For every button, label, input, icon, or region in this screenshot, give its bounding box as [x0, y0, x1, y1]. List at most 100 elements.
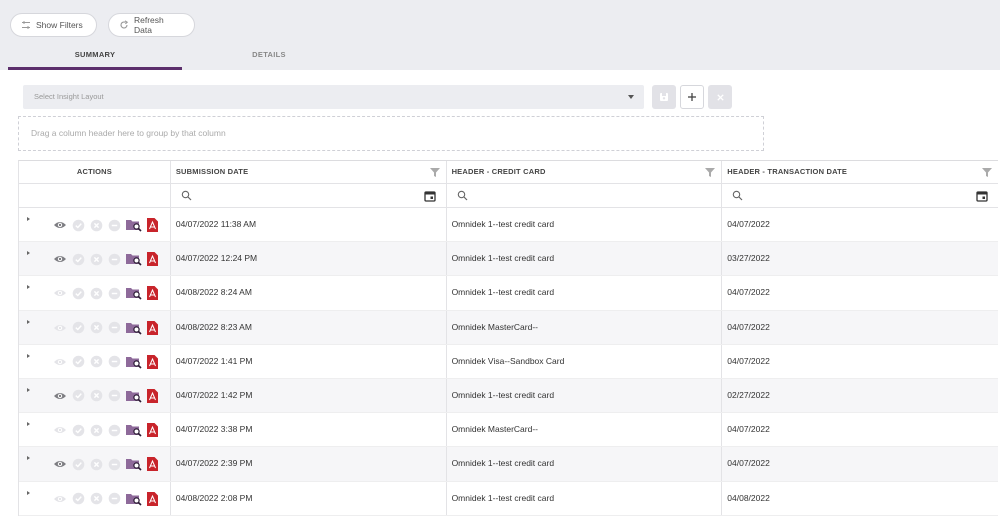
- reject-icon[interactable]: [90, 355, 103, 368]
- reject-icon[interactable]: [90, 321, 103, 334]
- cancel-icon[interactable]: [108, 321, 121, 334]
- approve-icon[interactable]: [72, 492, 85, 505]
- folder-search-icon[interactable]: [126, 457, 142, 471]
- transaction-date-cell: 04/07/2022: [727, 424, 770, 435]
- approve-icon[interactable]: [72, 253, 85, 266]
- filter-icon[interactable]: [705, 168, 716, 177]
- view-icon[interactable]: [53, 323, 67, 333]
- tab-summary[interactable]: SUMMARY: [8, 44, 182, 70]
- expand-row-icon[interactable]: [27, 422, 30, 427]
- table-row[interactable]: 04/07/2022 1:41 PM Omnidek Visa--Sandbox…: [19, 344, 998, 379]
- view-icon[interactable]: [53, 459, 67, 469]
- transaction-date-cell: 04/07/2022: [727, 321, 770, 332]
- cancel-icon[interactable]: [108, 355, 121, 368]
- refresh-data-label: Refresh Data: [133, 15, 164, 35]
- approve-icon[interactable]: [72, 355, 85, 368]
- save-layout-button[interactable]: [652, 85, 676, 109]
- insight-layout-select[interactable]: Select Insight Layout: [23, 85, 644, 109]
- credit-card-cell: Omnidek 1--test credit card: [447, 447, 723, 481]
- column-header-transaction-date[interactable]: HEADER - TRANSACTION DATE: [722, 161, 998, 183]
- view-icon[interactable]: [53, 220, 67, 230]
- approve-icon[interactable]: [72, 424, 85, 437]
- cancel-icon[interactable]: [108, 458, 121, 471]
- expand-row-icon[interactable]: [27, 490, 30, 495]
- cancel-icon[interactable]: [108, 492, 121, 505]
- table-row[interactable]: 04/07/2022 12:24 PM Omnidek 1--test cred…: [19, 242, 998, 277]
- filter-icon[interactable]: [982, 168, 992, 177]
- pdf-icon[interactable]: [147, 423, 158, 438]
- column-header-credit-card[interactable]: HEADER - CREDIT CARD: [447, 161, 723, 183]
- reject-icon[interactable]: [90, 253, 103, 266]
- pdf-icon[interactable]: [147, 354, 158, 369]
- approve-icon[interactable]: [72, 287, 85, 300]
- table-row[interactable]: 04/07/2022 3:38 PM Omnidek MasterCard-- …: [19, 413, 998, 448]
- reject-icon[interactable]: [90, 424, 103, 437]
- table-row[interactable]: 04/08/2022 8:24 AM Omnidek 1--test credi…: [19, 276, 998, 311]
- expand-row-icon[interactable]: [27, 285, 30, 290]
- credit-card-cell: Omnidek 1--test credit card: [447, 276, 723, 310]
- calendar-icon[interactable]: [423, 190, 436, 202]
- folder-search-icon[interactable]: [126, 252, 142, 266]
- table-row[interactable]: 04/07/2022 11:38 AM Omnidek 1--test cred…: [19, 208, 998, 243]
- grid-header-row: ACTIONS SUBMISSION DATE HEADER - CREDIT …: [19, 161, 998, 184]
- filter-icon[interactable]: [429, 168, 440, 177]
- reject-icon[interactable]: [90, 389, 103, 402]
- filter-transaction-date[interactable]: [722, 184, 998, 207]
- cancel-icon[interactable]: [108, 389, 121, 402]
- column-header-submission-date[interactable]: SUBMISSION DATE: [171, 161, 447, 183]
- view-icon[interactable]: [53, 391, 67, 401]
- reject-icon[interactable]: [90, 458, 103, 471]
- folder-search-icon[interactable]: [126, 218, 142, 232]
- folder-search-icon[interactable]: [126, 423, 142, 437]
- view-icon[interactable]: [53, 254, 67, 264]
- table-row[interactable]: 04/07/2022 1:42 PM Omnidek 1--test credi…: [19, 378, 998, 414]
- view-icon[interactable]: [53, 494, 67, 504]
- approve-icon[interactable]: [72, 321, 85, 334]
- table-row[interactable]: 04/07/2022 2:39 PM Omnidek 1--test credi…: [19, 447, 998, 482]
- folder-search-icon[interactable]: [126, 492, 142, 506]
- view-icon[interactable]: [53, 425, 67, 435]
- expand-row-icon[interactable]: [27, 251, 30, 256]
- cancel-icon[interactable]: [108, 219, 121, 232]
- view-icon[interactable]: [53, 288, 67, 298]
- expand-row-icon[interactable]: [27, 456, 30, 461]
- table-row[interactable]: 04/08/2022 8:23 AM Omnidek MasterCard-- …: [19, 310, 998, 345]
- expand-row-icon[interactable]: [27, 319, 30, 324]
- expand-row-icon[interactable]: [27, 217, 30, 221]
- approve-icon[interactable]: [72, 389, 85, 402]
- folder-search-icon[interactable]: [126, 355, 142, 369]
- delete-layout-button[interactable]: [708, 85, 732, 109]
- pdf-icon[interactable]: [147, 320, 158, 335]
- pdf-icon[interactable]: [147, 457, 158, 472]
- reject-icon[interactable]: [90, 219, 103, 232]
- add-layout-button[interactable]: [680, 85, 704, 109]
- group-by-drop-area[interactable]: Drag a column header here to group by th…: [18, 116, 764, 151]
- approve-icon[interactable]: [72, 219, 85, 232]
- view-icon[interactable]: [53, 357, 67, 367]
- search-icon: [181, 190, 192, 201]
- filter-credit-card[interactable]: [447, 184, 723, 207]
- pdf-icon[interactable]: [147, 491, 158, 506]
- expand-row-icon[interactable]: [27, 353, 30, 358]
- folder-search-icon[interactable]: [126, 286, 142, 300]
- reject-icon[interactable]: [90, 287, 103, 300]
- pdf-icon[interactable]: [147, 388, 158, 403]
- cancel-icon[interactable]: [108, 287, 121, 300]
- pdf-icon[interactable]: [147, 252, 158, 267]
- cancel-icon[interactable]: [108, 253, 121, 266]
- expand-row-icon[interactable]: [27, 387, 30, 392]
- calendar-icon[interactable]: [976, 190, 988, 202]
- table-row[interactable]: 04/08/2022 2:08 PM Omnidek 1--test credi…: [19, 481, 998, 516]
- show-filters-button[interactable]: Show Filters: [10, 13, 97, 37]
- cancel-icon[interactable]: [108, 424, 121, 437]
- folder-search-icon[interactable]: [126, 389, 142, 403]
- approve-icon[interactable]: [72, 458, 85, 471]
- filter-submission-date[interactable]: [171, 184, 447, 207]
- credit-card-cell: Omnidek 1--test credit card: [447, 481, 723, 515]
- reject-icon[interactable]: [90, 492, 103, 505]
- pdf-icon[interactable]: [147, 286, 158, 301]
- pdf-icon[interactable]: [147, 218, 158, 232]
- tab-details[interactable]: DETAILS: [182, 44, 356, 70]
- refresh-data-button[interactable]: Refresh Data: [108, 13, 195, 37]
- folder-search-icon[interactable]: [126, 321, 142, 335]
